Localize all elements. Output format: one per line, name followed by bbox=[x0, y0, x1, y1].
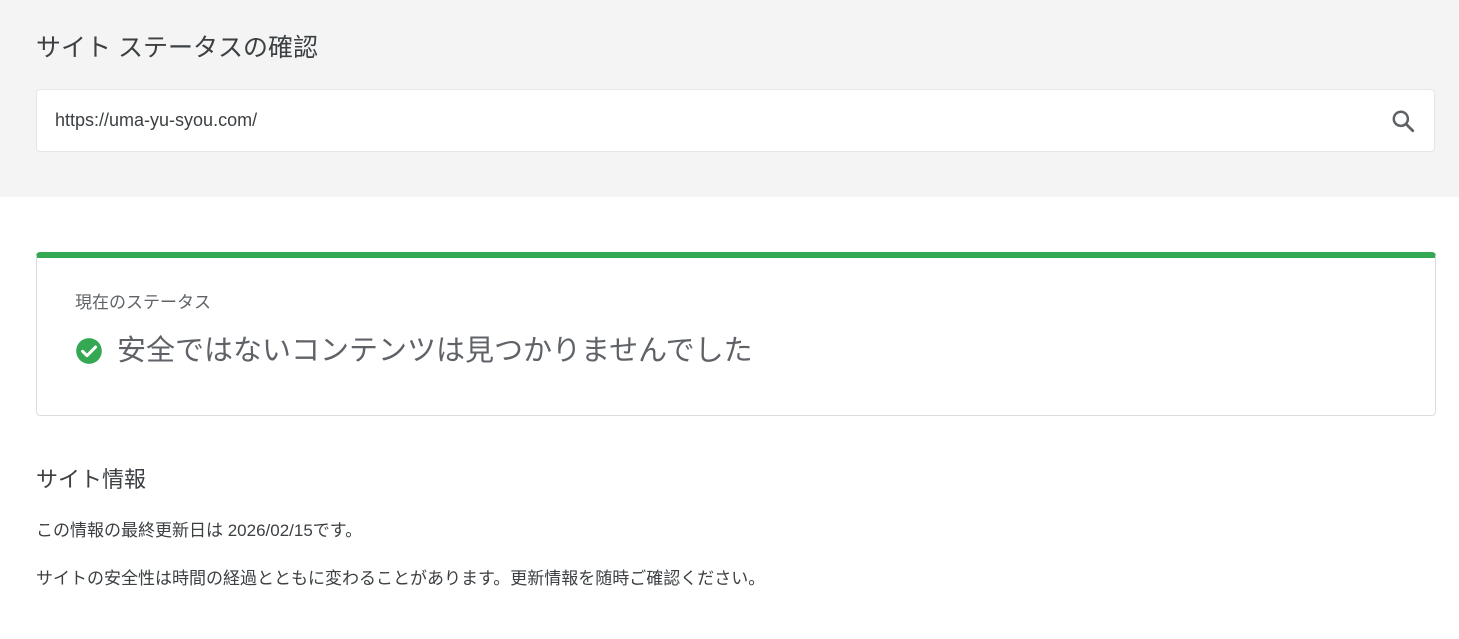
last-updated-text: この情報の最終更新日は 2026/02/15です。 bbox=[36, 521, 363, 540]
check-circle-icon bbox=[75, 337, 103, 365]
safety-note-text: サイトの安全性は時間の経過とともに変わることがあります。更新情報を随時ご確認くだ… bbox=[36, 569, 766, 588]
site-info-title: サイト情報 bbox=[36, 467, 147, 492]
header-section: サイト ステータスの確認 bbox=[0, 0, 1459, 197]
status-message: 安全ではないコンテンツは見つかりませんでした bbox=[117, 335, 753, 367]
status-row: 安全ではないコンテンツは見つかりませんでした bbox=[75, 330, 753, 372]
search-box[interactable] bbox=[36, 89, 1435, 152]
status-card: 現在のステータス 安全ではないコンテンツは見つかりませんでした bbox=[36, 252, 1436, 416]
search-input[interactable] bbox=[55, 90, 1355, 151]
page-title: サイト ステータスの確認 bbox=[36, 34, 318, 62]
search-icon[interactable] bbox=[1388, 106, 1418, 136]
status-label: 現在のステータス bbox=[75, 293, 211, 312]
